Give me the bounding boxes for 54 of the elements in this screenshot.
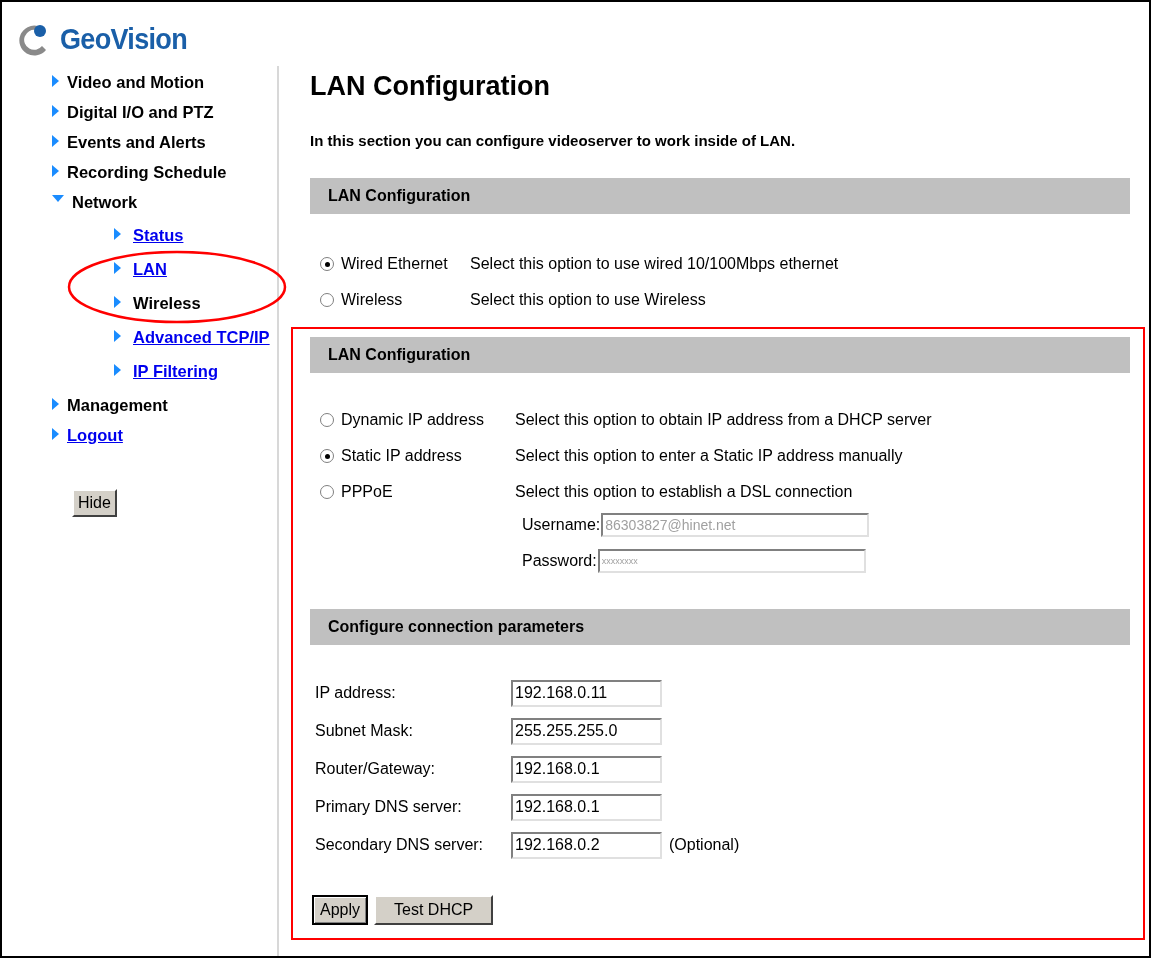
section-header: LAN Configuration bbox=[310, 178, 1130, 214]
caret-right-icon bbox=[114, 330, 121, 342]
input-field[interactable]: 192.168.0.11 bbox=[511, 679, 662, 707]
field-label: IP address: bbox=[315, 683, 397, 703]
field-label: Primary DNS server: bbox=[315, 797, 463, 817]
radio-button[interactable] bbox=[320, 257, 334, 271]
page-title: LAN Configuration bbox=[310, 70, 551, 103]
field-label: Username: bbox=[522, 515, 601, 535]
option-description: Select this option to establish a DSL connection bbox=[515, 482, 853, 502]
field-label: Secondary DNS server: bbox=[315, 835, 485, 855]
field-label: Subnet Mask: bbox=[315, 721, 414, 741]
nav-link[interactable]: LAN bbox=[133, 259, 167, 279]
input-field[interactable]: 192.168.0.2 bbox=[511, 831, 662, 859]
nav-link[interactable]: Logout bbox=[67, 425, 123, 445]
nav-item[interactable]: Video and Motion bbox=[67, 72, 205, 92]
section-header: Configure connection parameters bbox=[310, 609, 1130, 645]
input-field[interactable]: 255.255.255.0 bbox=[511, 717, 662, 745]
action-button[interactable]: Apply bbox=[312, 895, 369, 925]
hide-button[interactable]: Hide bbox=[72, 489, 117, 517]
nav-item[interactable]: Network bbox=[72, 192, 138, 212]
caret-right-icon bbox=[114, 296, 121, 308]
nav-link[interactable]: Status bbox=[133, 225, 184, 245]
option-description: Select this option to obtain IP address from a DHCP server bbox=[515, 410, 932, 430]
radio-button[interactable] bbox=[320, 485, 334, 499]
input-field[interactable]: 192.168.0.1 bbox=[511, 755, 662, 783]
field-label: Router/Gateway: bbox=[315, 759, 437, 779]
hint-text: (Optional) bbox=[669, 835, 740, 855]
logo-text: GeoVision bbox=[60, 20, 187, 57]
action-button[interactable]: Test DHCP bbox=[374, 895, 494, 925]
radio-button[interactable] bbox=[320, 449, 334, 463]
nav-link[interactable]: IP Filtering bbox=[133, 361, 218, 381]
intro-text: In this section you can configure videoserver to work inside of LAN. bbox=[310, 130, 797, 151]
radio-label: Wireless bbox=[341, 290, 404, 310]
radio-button[interactable] bbox=[320, 293, 334, 307]
radio-label: Dynamic IP address bbox=[341, 410, 485, 430]
caret-right-icon bbox=[114, 364, 121, 376]
nav-item[interactable]: Events and Alerts bbox=[67, 132, 206, 152]
radio-label: Static IP address bbox=[341, 446, 463, 466]
nav-item[interactable]: Recording Schedule bbox=[67, 162, 227, 182]
section-header: LAN Configuration bbox=[310, 337, 1130, 373]
radio-label: PPPoE bbox=[341, 482, 394, 502]
nav-item[interactable]: Management bbox=[67, 395, 168, 415]
caret-right-icon bbox=[114, 262, 121, 274]
caret-right-icon bbox=[114, 228, 121, 240]
input-field[interactable]: 192.168.0.1 bbox=[511, 793, 662, 821]
option-description: Select this option to use Wireless bbox=[470, 290, 706, 310]
radio-button[interactable] bbox=[320, 413, 334, 427]
field-label: Password: bbox=[522, 551, 597, 571]
option-description: Select this option to use wired 10/100Mbps ethernet bbox=[470, 254, 839, 274]
nav-link[interactable]: Advanced TCP/IP bbox=[133, 327, 270, 347]
nav-item[interactable]: Wireless bbox=[133, 293, 201, 313]
radio-label: Wired Ethernet bbox=[341, 254, 449, 274]
option-description: Select this option to enter a Static IP address manually bbox=[515, 446, 903, 466]
nav-item[interactable]: Digital I/O and PTZ bbox=[67, 102, 214, 122]
